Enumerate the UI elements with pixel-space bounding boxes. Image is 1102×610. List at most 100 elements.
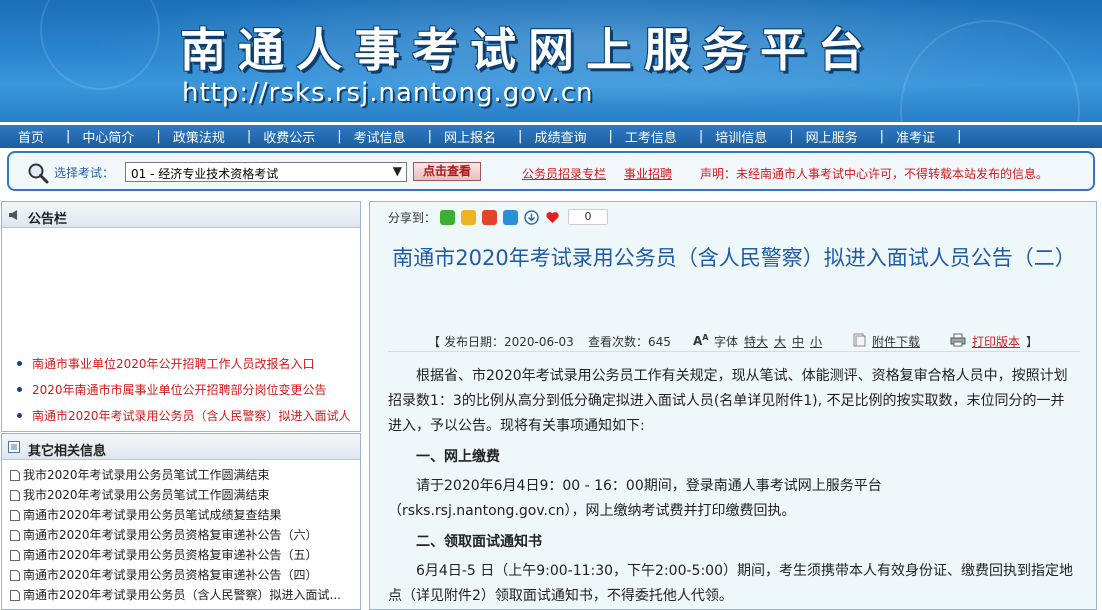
announcement-list: 南通市事业单位2020年公开招聘工作人员改报名入口 2020年南通市市属事业单位… (2, 355, 360, 425)
related-info-list: 我市2020年考试录用公务员笔试工作圆满结束 我市2020年考试录用公务员笔试工… (2, 460, 360, 606)
view-button[interactable]: 点击查看 (413, 162, 481, 181)
announcement-item[interactable]: 南通市事业单位2020年公开招聘工作人员改报名入口 (2, 355, 360, 381)
related-item[interactable]: 南通市2020年考试录用公务员笔试成绩复查结果 (2, 506, 360, 526)
article-meta: 【 发布日期：2020-06-03 查看次数：645 AA 字体 特大 大 中 … (388, 330, 1080, 352)
exam-select-value: 01 - 经济专业技术资格考试 (131, 167, 279, 181)
nav-item-online-service[interactable]: 网上服务 (794, 127, 858, 146)
related-item-text: 我市2020年考试录用公务员笔试工作圆满结束 (23, 468, 270, 482)
font-size-m-link[interactable]: 中 (792, 333, 804, 350)
document-icon (10, 530, 20, 541)
announcement-item-text: 南通市2020年考试录用公务员（含人民警察）拟进入面试人 (32, 409, 351, 423)
printer-icon (950, 333, 966, 347)
nav-separator: | (427, 129, 433, 144)
nav-separator: | (156, 129, 161, 144)
related-item[interactable]: 南通市2020年考试录用公务员（含人民警察）拟进入面试... (2, 586, 360, 606)
nav-item-policy[interactable]: 政策法规 (161, 127, 225, 146)
site-url: http://rsks.rsj.nantong.gov.cn (182, 78, 594, 108)
related-item-text: 南通市2020年考试录用公务员笔试成绩复查结果 (23, 508, 282, 522)
share-count: 0 (568, 209, 609, 225)
article-panel: 分享到： 0 南通市2020年考试录用公务员（含人民警察）拟进入面试人员公告（二… (369, 201, 1097, 610)
font-size-xl-link[interactable]: 特大 (744, 333, 768, 350)
nav-label: 工考信息 (624, 131, 677, 146)
document-icon (10, 550, 20, 561)
weibo-share-icon[interactable] (482, 209, 498, 225)
attachment-download-link[interactable]: 附件下载 (872, 333, 920, 350)
article-body: 根据省、市2020年考试录用公务员工作有关规定，现从笔试、体能测评、资格复审合格… (388, 364, 1078, 609)
document-icon (10, 510, 20, 521)
section-heading: 一、网上缴费 (416, 449, 500, 465)
attachment-icon (853, 333, 866, 347)
nav-label: 培训信息 (715, 131, 768, 146)
print-version-link[interactable]: 打印版本 (972, 333, 1020, 350)
bullet-icon (17, 361, 22, 366)
nav-item-exam-info[interactable]: 考试信息 (342, 127, 406, 146)
font-size-icon: AA (693, 333, 709, 348)
nav-label: 考试信息 (353, 131, 406, 146)
nav-label: 收费公示 (263, 131, 316, 146)
related-item[interactable]: 南通市2020年考试录用公务员资格复审递补公告（五） (2, 546, 360, 566)
more-share-icon[interactable] (524, 209, 539, 225)
nav-item-training[interactable]: 培训信息 (703, 127, 767, 146)
related-item[interactable]: 南通市2020年考试录用公务员资格复审递补公告（四） (2, 566, 360, 586)
publish-date: 发布日期：2020-06-03 (444, 335, 574, 349)
nav-separator: | (66, 129, 71, 144)
document-icon (10, 470, 20, 481)
nav-label: 网上服务 (805, 131, 858, 146)
related-info-box: 其它相关信息 我市2020年考试录用公务员笔试工作圆满结束 我市2020年考试录… (1, 433, 361, 610)
nav-item-admission-ticket[interactable]: 准考证 (884, 127, 935, 146)
public-institution-link[interactable]: 事业招聘 (624, 165, 672, 182)
related-item[interactable]: 南通市2020年考试录用公务员资格复审递补公告（六） (2, 526, 360, 546)
wechat-share-icon[interactable] (440, 209, 456, 225)
nav-item-registration[interactable]: 网上报名 (432, 127, 496, 146)
related-item-text: 南通市2020年考试录用公务员资格复审递补公告（四） (23, 568, 318, 582)
list-icon (8, 441, 20, 453)
nav-item-scores[interactable]: 成绩查询 (522, 127, 586, 146)
search-icon (28, 163, 49, 184)
announcement-item-text: 南通市事业单位2020年公开招聘工作人员改报名入口 (32, 357, 315, 371)
civil-servant-link[interactable]: 公务员招录专栏 (522, 165, 606, 182)
related-item[interactable]: 我市2020年考试录用公务员笔试工作圆满结束 (2, 486, 360, 506)
related-item-text: 南通市2020年考试录用公务员（含人民警察）拟进入面试... (23, 588, 341, 602)
section-body: 请于2020年6月4日9：00 - 16：00期间，登录南通人事考试网上服务平台… (388, 478, 882, 519)
banner-decoration (40, 0, 160, 90)
nav-separator: | (246, 129, 252, 144)
bullet-icon (17, 413, 22, 418)
exam-select-label: 选择考试： (54, 166, 115, 180)
font-size-s-link[interactable]: 小 (810, 333, 822, 350)
document-icon (10, 590, 20, 601)
nav-label: 成绩查询 (534, 131, 587, 146)
announcement-title: 公告栏 (28, 212, 68, 227)
site-title: 南通人事考试网上服务平台 (180, 23, 876, 77)
qzone-share-icon[interactable] (461, 209, 477, 225)
main-nav: 首页 | 中心简介 | 政策法规 | 收费公示 | 考试信息 | 网上报名 | … (0, 125, 1102, 148)
site-banner: 南通人事考试网上服务平台 http://rsks.rsj.nantong.gov… (0, 0, 1102, 122)
font-size-l-link[interactable]: 大 (774, 333, 786, 350)
exam-select[interactable]: 01 - 经济专业技术资格考试 ▼ (125, 162, 407, 182)
nav-separator: | (518, 129, 523, 144)
article-title: 南通市2020年考试录用公务员（含人民警察）拟进入面试人员公告（二） (392, 246, 1076, 270)
dropdown-arrow-icon: ▼ (392, 164, 402, 178)
related-info-title: 其它相关信息 (28, 444, 107, 459)
announcement-box: 公告栏 南通市事业单位2020年公开招聘工作人员改报名入口 2020年南通市市属… (1, 201, 361, 432)
tencent-weibo-share-icon[interactable] (503, 209, 519, 225)
nav-item-worker-exam[interactable]: 工考信息 (613, 127, 677, 146)
like-heart-icon[interactable] (545, 210, 560, 225)
left-sidebar: 公告栏 南通市事业单位2020年公开招聘工作人员改报名入口 2020年南通市市属… (1, 201, 361, 610)
bullet-icon (17, 387, 22, 392)
related-item[interactable]: 我市2020年考试录用公务员笔试工作圆满结束 (2, 466, 360, 486)
nav-separator: | (608, 129, 613, 144)
announcement-item[interactable]: 南通市2020年考试录用公务员（含人民警察）拟进入面试人 (2, 407, 360, 425)
announcement-item[interactable]: 2020年南通市市属事业单位公开招聘部分岗位变更公告 (2, 381, 360, 407)
meta-bracket-close: 】 (1026, 335, 1039, 349)
nav-item-fees[interactable]: 收费公示 (251, 127, 315, 146)
section-body: 6月4日-5 日（上午9:00-11:30，下午2:00-5:00）期间，考生须… (388, 563, 1073, 604)
nav-item-home[interactable]: 首页 (6, 127, 44, 146)
nav-item-about[interactable]: 中心简介 (70, 127, 134, 146)
nav-separator: | (337, 129, 342, 144)
nav-label: 准考证 (896, 131, 936, 146)
nav-separator: | (879, 129, 885, 144)
nav-label: 中心简介 (82, 131, 135, 146)
nav-separator: | (957, 129, 962, 144)
meta-bracket-open: 【 (428, 335, 441, 349)
document-icon (10, 570, 20, 581)
